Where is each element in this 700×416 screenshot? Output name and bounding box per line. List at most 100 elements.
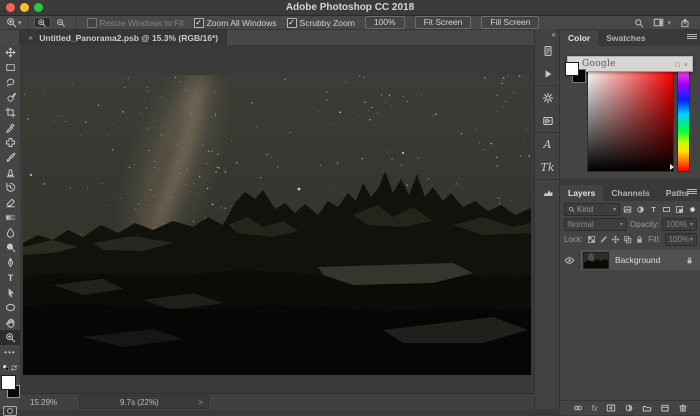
panel-menu-icon[interactable] [687,33,697,41]
tool-crop[interactable] [0,105,20,120]
zoom-all-windows-checkbox[interactable]: ✓ Zoom All Windows [194,18,277,28]
layers-bt-adjust-icon[interactable] [624,403,634,413]
app-title: Adobe Photoshop CC 2018 [0,2,700,13]
hue-slider-marker [670,164,674,170]
tab-color[interactable]: Color [560,30,598,46]
zoom-tool-icon [6,17,17,28]
checkbox-label: Resize Windows to Fit [100,18,184,28]
scrubby-zoom-checkbox[interactable]: ✓ Scrubby Zoom [287,18,355,28]
foreground-color-swatch[interactable] [1,375,16,390]
zoom-in-button[interactable] [34,17,51,28]
zoom-out-button[interactable] [53,17,70,28]
blend-mode-row: Normal ▾ Opacity: 100% ▾ [560,217,700,232]
zoom-100-button[interactable]: 100% [365,16,405,29]
divider [76,18,77,28]
layer-row-background[interactable]: Background [560,250,700,270]
filter-flt-adjust-icon[interactable] [636,205,645,214]
dock-glyphs-panel-icon[interactable]: A [535,133,560,156]
quick-mask-button[interactable] [3,406,17,416]
tool-clone-stamp[interactable] [0,165,20,180]
tool-type[interactable]: T [0,270,20,285]
filter-flt-shape-icon[interactable] [662,205,671,214]
layers-bt-group-icon[interactable] [642,403,652,413]
color-saturation-field[interactable] [587,69,674,172]
edit-toolbar-button[interactable]: ••• [0,349,20,359]
tool-gradient[interactable] [0,210,20,225]
tool-eraser[interactable] [0,195,20,210]
tool-eyedropper[interactable] [0,120,20,135]
status-options-chevron[interactable]: > [198,398,203,407]
tab-layers[interactable]: Layers [560,185,603,201]
tool-lasso[interactable] [0,75,20,90]
opacity-value: 100% [666,220,686,229]
fill-label: Fill: [648,235,660,244]
layer-visibility-toggle[interactable] [560,250,580,270]
layers-bt-trash-icon[interactable] [678,403,688,413]
dock-channel-mixer-panel-icon[interactable] [535,109,560,133]
checkbox-box [87,18,97,28]
zoom-level-field[interactable]: 15.29% [30,398,57,407]
search-icon[interactable] [634,18,644,28]
blend-mode-dropdown[interactable]: Normal ▾ [564,218,627,231]
tool-path-selection[interactable] [0,285,20,300]
dock-actions-panel-icon[interactable] [535,62,560,86]
dock-history-panel-icon[interactable] [535,39,560,62]
default-colors-icon[interactable] [2,364,10,372]
layers-panel-tabs: Layers Channels Paths [560,184,700,201]
lock-lk-all-icon[interactable] [635,235,644,244]
tool-brush[interactable] [0,150,20,165]
close-tab-icon[interactable]: × [28,33,33,43]
tab-swatches[interactable]: Swatches [598,30,653,46]
lock-lk-transparency-icon[interactable] [587,235,596,244]
fill-dropdown[interactable]: 100% ▾ [665,233,697,246]
dock-adjustments-panel-icon[interactable] [535,86,560,109]
opacity-dropdown[interactable]: 100% ▾ [662,218,697,231]
tool-history-brush[interactable] [0,180,20,195]
filter-flt-pixel-icon[interactable] [623,205,632,214]
lock-lk-paint-icon[interactable] [599,235,608,244]
tab-channels[interactable]: Channels [603,185,657,201]
resize-windows-checkbox[interactable]: Resize Windows to Fit [87,18,184,28]
filter-kind-dropdown[interactable]: Kind ▾ [564,203,620,216]
tool-zoom[interactable] [0,330,20,345]
tool-spot-healing-brush[interactable] [0,135,20,150]
close-icon[interactable]: × [684,60,688,69]
tool-quick-selection[interactable] [0,90,20,105]
layers-bottom-bar: fx [560,400,700,415]
hue-slider[interactable] [677,69,690,172]
workspace-icon[interactable] [653,17,664,28]
tool-blur[interactable] [0,225,20,240]
filter-flt-toggle-icon[interactable] [688,205,697,214]
panel-menu-icon[interactable] [687,188,697,196]
tool-hand[interactable] [0,315,20,330]
tool-move[interactable] [0,45,20,60]
filter-flt-smart-icon[interactable] [675,205,684,214]
tool-dodge[interactable] [0,240,20,255]
dock-histogram-panel-icon[interactable] [535,180,560,203]
foreground-color-swatch[interactable] [565,62,579,76]
layers-bt-fx-icon[interactable]: fx [591,404,597,413]
share-icon[interactable] [680,18,690,28]
svg-text:T: T [7,273,13,283]
document-canvas-image[interactable] [23,75,531,375]
layers-bt-link-icon[interactable] [573,403,583,413]
fill-screen-button[interactable]: Fill Screen [481,16,539,29]
fit-screen-button[interactable]: Fit Screen [415,16,472,29]
layers-bt-newlayer-icon[interactable] [660,403,670,413]
collapse-dock-button[interactable]: « [535,29,560,39]
layers-bt-mask-icon[interactable] [606,403,616,413]
document-info-field[interactable]: 9.7s (22%) > [79,395,209,409]
tool-ellipse[interactable] [0,300,20,315]
lock-lk-artboard-icon[interactable] [623,235,632,244]
lock-lk-position-icon[interactable] [611,235,620,244]
document-tab[interactable]: × Untitled_Panorama2.psb @ 15.3% (RGB/16… [19,30,227,45]
opacity-label: Opacity: [630,220,659,229]
filter-flt-type-icon[interactable]: T [649,205,658,214]
status-bar: 15.29% 9.7s (22%) > [20,393,534,410]
dock-tk-panel-icon[interactable]: Tk [535,156,560,180]
tool-rectangular-marquee[interactable] [0,60,20,75]
tool-pen[interactable] [0,255,20,270]
tool-preset-picker[interactable]: ▾ [6,17,22,28]
minimize-icon[interactable]: □ [675,60,680,69]
swap-colors-icon[interactable] [10,364,18,372]
